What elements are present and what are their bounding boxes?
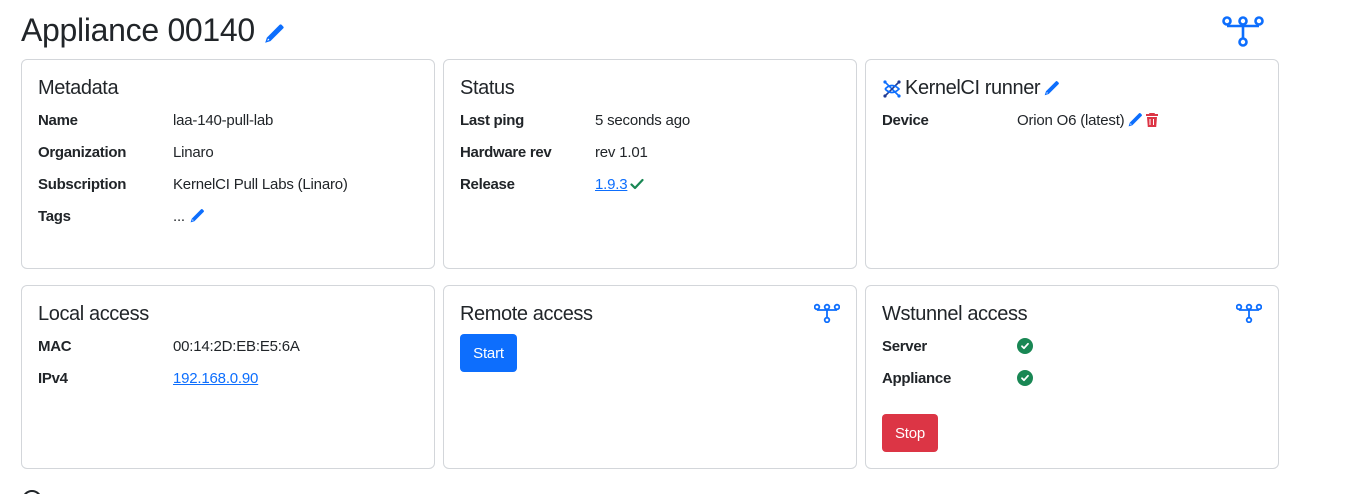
delete-device-trash-icon[interactable] bbox=[1144, 112, 1160, 128]
edit-tags-pencil-icon[interactable] bbox=[189, 208, 205, 224]
metadata-label: Organization bbox=[38, 143, 127, 161]
runner-title: KernelCI runner bbox=[905, 77, 1041, 99]
status-label: Last ping bbox=[460, 111, 524, 129]
page-title-container: Appliance 00140 bbox=[21, 12, 285, 49]
status-title: Status bbox=[460, 77, 515, 99]
status-card: Status Last ping 5 seconds ago Hardware … bbox=[443, 59, 857, 269]
device-value-container: Orion O6 (latest) bbox=[1017, 112, 1160, 129]
metadata-card: Metadata Name laa-140-pull-lab Organizat… bbox=[21, 59, 435, 269]
check-circle-icon bbox=[1017, 338, 1033, 354]
stop-button[interactable]: Stop bbox=[882, 414, 938, 452]
wstunnel-row-appliance: Appliance bbox=[882, 368, 1033, 388]
metadata-value: Linaro bbox=[173, 143, 214, 161]
status-row-release: Release 1.9.3 bbox=[460, 174, 644, 194]
cut-off-circle-icon bbox=[22, 490, 42, 494]
metadata-row-tags: Tags ... bbox=[38, 206, 204, 226]
status-value: 5 seconds ago bbox=[595, 111, 690, 129]
start-button[interactable]: Start bbox=[460, 334, 517, 372]
edit-runner-pencil-icon[interactable] bbox=[1043, 80, 1060, 97]
release-value-container: 1.9.3 bbox=[595, 176, 645, 193]
kernelci-logo-icon bbox=[882, 79, 902, 99]
runner-row-device: Device Orion O6 (latest) bbox=[882, 110, 1159, 130]
status-value: rev 1.01 bbox=[595, 143, 648, 161]
metadata-label: Subscription bbox=[38, 175, 127, 193]
wstunnel-row-server: Server bbox=[882, 336, 1033, 356]
metadata-label: Name bbox=[38, 111, 78, 129]
tags-value: ... bbox=[173, 207, 185, 225]
metadata-label: Tags bbox=[38, 207, 71, 225]
mac-value: 00:14:2D:EB:E5:6A bbox=[173, 337, 300, 355]
runner-title-container: KernelCI runner bbox=[882, 77, 1060, 100]
status-label: Hardware rev bbox=[460, 143, 552, 161]
edit-title-pencil-icon[interactable] bbox=[263, 23, 285, 45]
wstunnel-access-card: Wstunnel access Server Appliance Stop bbox=[865, 285, 1279, 469]
appliance-status bbox=[1017, 370, 1033, 386]
local-access-title: Local access bbox=[38, 303, 149, 325]
local-access-row-ipv4: IPv4 192.168.0.90 bbox=[38, 368, 258, 388]
local-access-label: IPv4 bbox=[38, 369, 68, 387]
wstunnel-network-icon[interactable] bbox=[1235, 303, 1263, 328]
device-label: Device bbox=[882, 111, 929, 129]
status-row-hardware-rev: Hardware rev rev 1.01 bbox=[460, 142, 648, 162]
remote-access-card: Remote access Start bbox=[443, 285, 857, 469]
metadata-value: KernelCI Pull Labs (Linaro) bbox=[173, 175, 348, 193]
metadata-row-name: Name laa-140-pull-lab bbox=[38, 110, 273, 130]
ipv4-link[interactable]: 192.168.0.90 bbox=[173, 370, 258, 387]
wstunnel-label: Appliance bbox=[882, 369, 951, 387]
remote-access-title: Remote access bbox=[460, 303, 593, 325]
tags-value-container: ... bbox=[173, 208, 205, 225]
check-circle-icon bbox=[1017, 370, 1033, 386]
wstunnel-title: Wstunnel access bbox=[882, 303, 1028, 325]
check-icon bbox=[629, 176, 645, 192]
remote-access-network-icon[interactable] bbox=[813, 303, 841, 328]
kernelci-runner-card: KernelCI runner Device Orion O6 (latest) bbox=[865, 59, 1279, 269]
server-status bbox=[1017, 338, 1033, 354]
local-access-label: MAC bbox=[38, 337, 72, 355]
status-row-last-ping: Last ping 5 seconds ago bbox=[460, 110, 690, 130]
metadata-row-organization: Organization Linaro bbox=[38, 142, 214, 162]
status-label: Release bbox=[460, 175, 515, 193]
metadata-row-subscription: Subscription KernelCI Pull Labs (Linaro) bbox=[38, 174, 348, 194]
wstunnel-label: Server bbox=[882, 337, 927, 355]
device-value: Orion O6 (latest) bbox=[1017, 111, 1125, 129]
metadata-value: laa-140-pull-lab bbox=[173, 111, 274, 129]
network-icon[interactable] bbox=[1222, 15, 1264, 52]
edit-device-pencil-icon[interactable] bbox=[1127, 112, 1143, 128]
local-access-row-mac: MAC 00:14:2D:EB:E5:6A bbox=[38, 336, 300, 356]
local-access-card: Local access MAC 00:14:2D:EB:E5:6A IPv4 … bbox=[21, 285, 435, 469]
release-link[interactable]: 1.9.3 bbox=[595, 176, 628, 193]
metadata-title: Metadata bbox=[38, 77, 119, 99]
page-title: Appliance 00140 bbox=[21, 12, 255, 48]
